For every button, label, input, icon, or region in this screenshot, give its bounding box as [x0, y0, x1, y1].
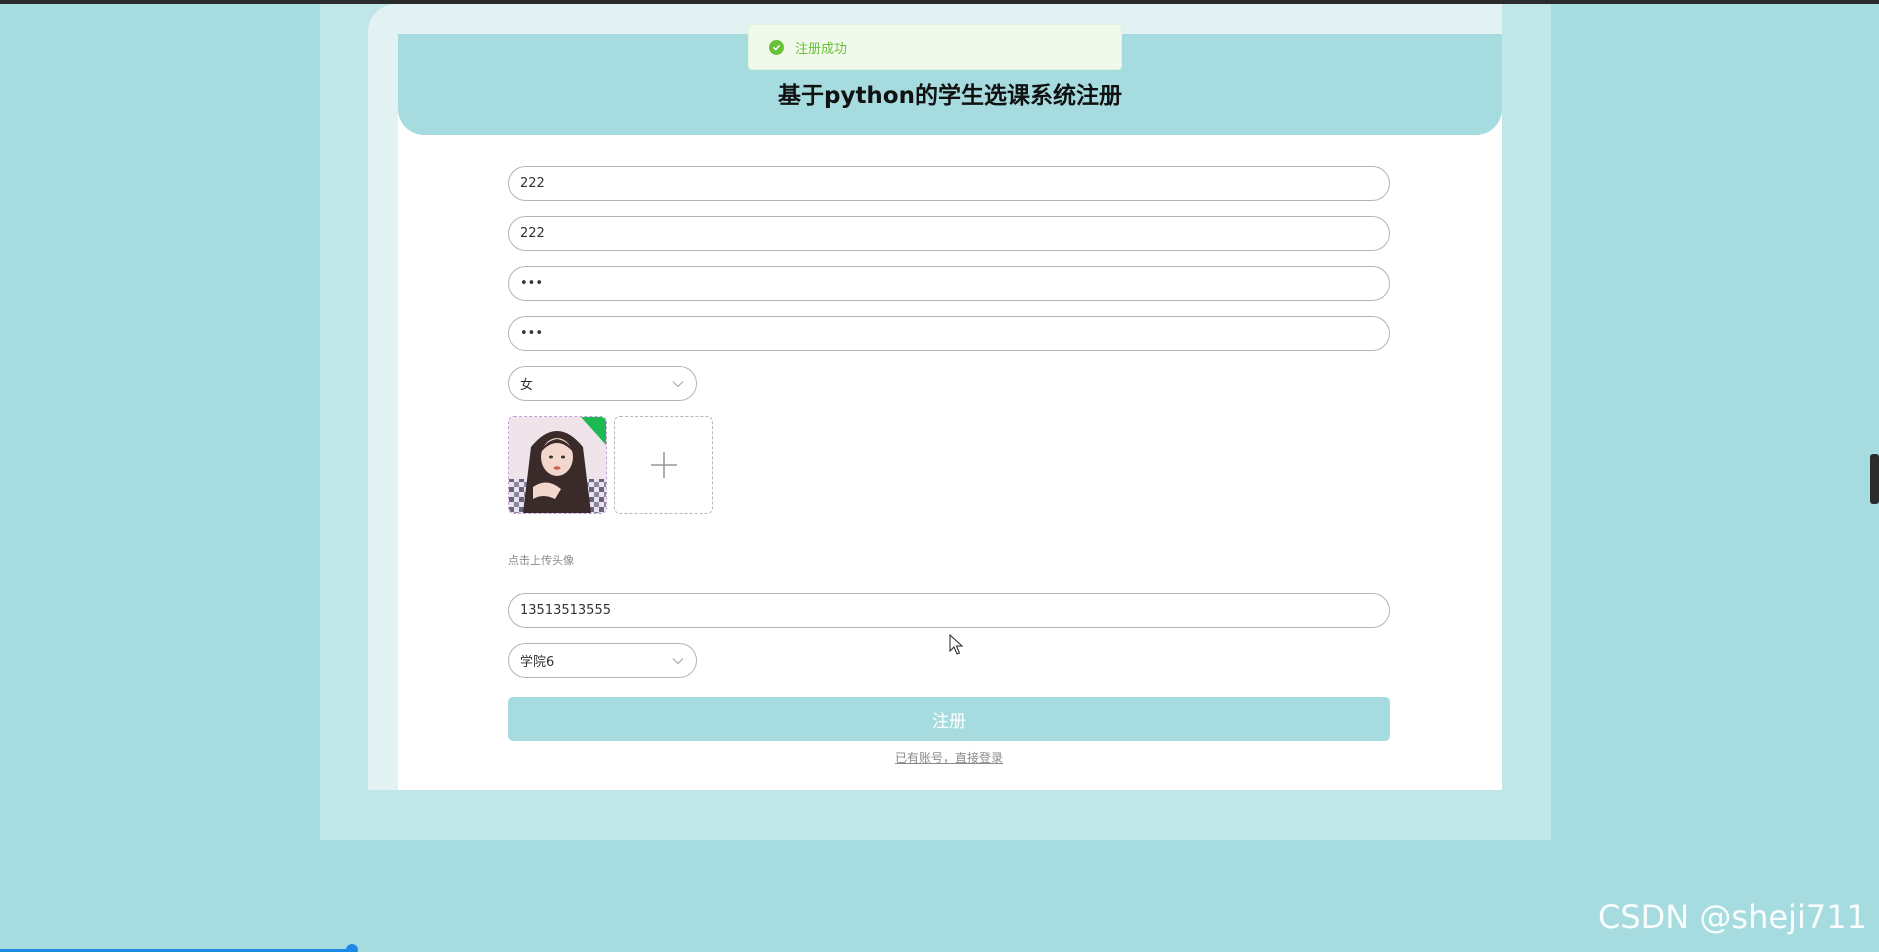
avatar-preview[interactable]	[508, 416, 607, 514]
account-input[interactable]: 222	[508, 166, 1390, 201]
gender-select[interactable]: 女	[508, 366, 697, 401]
mouse-cursor-icon	[949, 634, 964, 655]
login-link[interactable]: 已有账号，直接登录	[508, 749, 1390, 766]
password-value: •••	[520, 276, 544, 291]
check-circle-icon	[769, 39, 784, 55]
chevron-down-icon	[672, 380, 684, 387]
college-select[interactable]: 学院6	[508, 643, 697, 678]
login-link-text[interactable]: 已有账号，直接登录	[895, 751, 1003, 765]
avatar-upload-hint: 点击上传头像	[508, 554, 574, 567]
page-title: 基于python的学生选课系统注册	[777, 83, 1122, 109]
register-button[interactable]: 注册	[508, 697, 1390, 741]
success-toast: 注册成功	[748, 24, 1122, 70]
account-value: 222	[520, 176, 545, 191]
plus-icon	[650, 452, 677, 478]
phone-input[interactable]: 13513513555	[508, 593, 1390, 628]
toast-message: 注册成功	[795, 41, 848, 57]
watermark: CSDN @sheji711	[1598, 898, 1867, 936]
college-selected: 学院6	[520, 655, 555, 670]
confirm-password-value: •••	[520, 326, 544, 341]
scrollbar-handle[interactable]	[1870, 454, 1879, 504]
confirm-password-input[interactable]: •••	[508, 316, 1390, 351]
avatar-image	[509, 417, 606, 513]
video-progress-knob[interactable]	[346, 944, 358, 952]
phone-value: 13513513555	[520, 603, 611, 618]
gender-selected: 女	[520, 378, 534, 393]
chevron-down-icon	[672, 657, 684, 664]
name-input[interactable]: 222	[508, 216, 1390, 251]
avatar-upload-button[interactable]	[614, 416, 713, 514]
name-value: 222	[520, 226, 545, 241]
password-input[interactable]: •••	[508, 266, 1390, 301]
